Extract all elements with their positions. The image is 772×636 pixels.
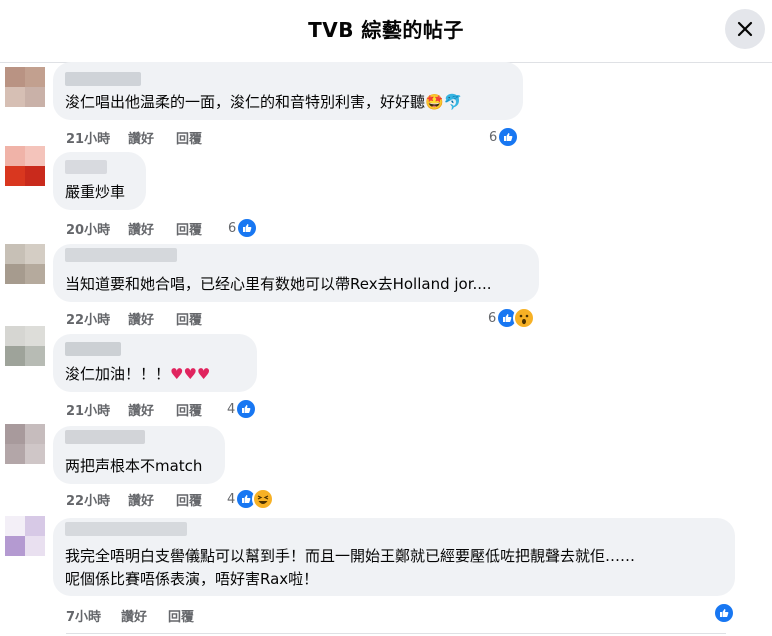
reaction-count[interactable]: 6: [228, 217, 259, 239]
like-button[interactable]: 讚好: [128, 309, 176, 328]
page-title: TVB 綜藝的帖子: [308, 18, 464, 42]
reaction-count[interactable]: 4: [227, 398, 258, 420]
comment-text: 当知道要和她合唱，已经心里有数她可以帶Rex去Holland jor....: [65, 275, 492, 293]
comment-bubble: 两把声根本不match: [53, 426, 225, 484]
reply-button[interactable]: 回覆: [176, 309, 202, 328]
avatar[interactable]: [5, 67, 45, 107]
comment-actions: 22小時 讚好 回覆: [66, 309, 202, 328]
comment-bubble: 浚仁加油！！！♥♥♥: [53, 334, 257, 392]
comment-actions: 21小時 讚好 回覆: [66, 400, 202, 419]
like-button[interactable]: 讚好: [128, 219, 176, 238]
comment-time[interactable]: 21小時: [66, 400, 128, 419]
commenter-name[interactable]: [65, 160, 107, 174]
comment-text: 两把声根本不match: [65, 457, 203, 475]
commenter-name[interactable]: [65, 342, 121, 356]
comment-actions: 22小時 讚好 回覆: [66, 490, 202, 509]
like-icon: [713, 602, 735, 624]
post-header: TVB 綜藝的帖子: [0, 0, 772, 63]
avatar[interactable]: [5, 516, 45, 556]
comment-text-line-2: 呢個係比賽唔係表演，唔好害Rax啦！: [65, 570, 319, 588]
like-button[interactable]: 讚好: [121, 606, 168, 625]
comment-bubble: 嚴重炒車: [53, 152, 146, 210]
like-icon: [236, 217, 259, 239]
like-icon: [497, 126, 520, 148]
comment-time[interactable]: 22小時: [66, 309, 128, 328]
comment-bubble: 我完全唔明白支嚳儀點可以幫到手！而且一開始王鄭就已經要壓低咗把靚聲去就佢…… 呢…: [53, 518, 735, 596]
comment-actions: 21小時 讚好 回覆: [66, 128, 202, 147]
wow-icon: [513, 307, 536, 329]
comment-text: 嚴重炒車: [65, 183, 126, 201]
like-button[interactable]: 讚好: [128, 128, 176, 147]
reply-button[interactable]: 回覆: [176, 128, 202, 147]
comment-time[interactable]: 21小時: [66, 128, 128, 147]
close-icon: [737, 21, 753, 37]
commenter-name[interactable]: [65, 430, 145, 444]
comment-text: 浚仁唱出他温柔的一面，浚仁的和音特別利害，好好聽🤩🐬: [65, 93, 463, 111]
like-icon: [235, 398, 258, 420]
reaction-count[interactable]: 6: [488, 307, 536, 329]
avatar[interactable]: [5, 326, 45, 366]
comment-text: 浚仁加油！！！♥♥♥: [65, 365, 211, 383]
avatar[interactable]: [5, 244, 45, 284]
comment-time[interactable]: 20小時: [66, 219, 128, 238]
reply-button[interactable]: 回覆: [176, 490, 202, 509]
reaction-count[interactable]: 6: [489, 126, 520, 148]
avatar[interactable]: [5, 146, 45, 186]
comment-bubble: 浚仁唱出他温柔的一面，浚仁的和音特別利害，好好聽🤩🐬: [53, 62, 523, 120]
comment-actions: 20小時 讚好 回覆: [66, 219, 202, 238]
reply-button[interactable]: 回覆: [168, 606, 194, 625]
reaction-count[interactable]: 4: [227, 488, 275, 510]
heart-icon: ♥♥♥: [170, 365, 211, 383]
comment-text-line-1: 我完全唔明白支嚳儀點可以幫到手！而且一開始王鄭就已經要壓低咗把靚聲去就佢……: [65, 547, 636, 565]
comment-time[interactable]: 22小時: [66, 490, 128, 509]
commenter-name[interactable]: [65, 248, 177, 262]
like-button[interactable]: 讚好: [128, 490, 176, 509]
commenter-name[interactable]: [65, 72, 141, 86]
close-button[interactable]: [725, 9, 765, 49]
reply-button[interactable]: 回覆: [176, 400, 202, 419]
reply-button[interactable]: 回覆: [176, 219, 202, 238]
avatar[interactable]: [5, 424, 45, 464]
haha-icon: [252, 488, 275, 510]
commenter-name[interactable]: [65, 522, 187, 536]
reaction-count[interactable]: [713, 602, 735, 624]
comment-bubble: 当知道要和她合唱，已经心里有数她可以帶Rex去Holland jor....: [53, 244, 539, 302]
like-button[interactable]: 讚好: [128, 400, 176, 419]
comment-actions: 7小時 讚好 回覆: [66, 606, 194, 625]
comment-time[interactable]: 7小時: [66, 606, 121, 625]
divider: [66, 633, 726, 634]
